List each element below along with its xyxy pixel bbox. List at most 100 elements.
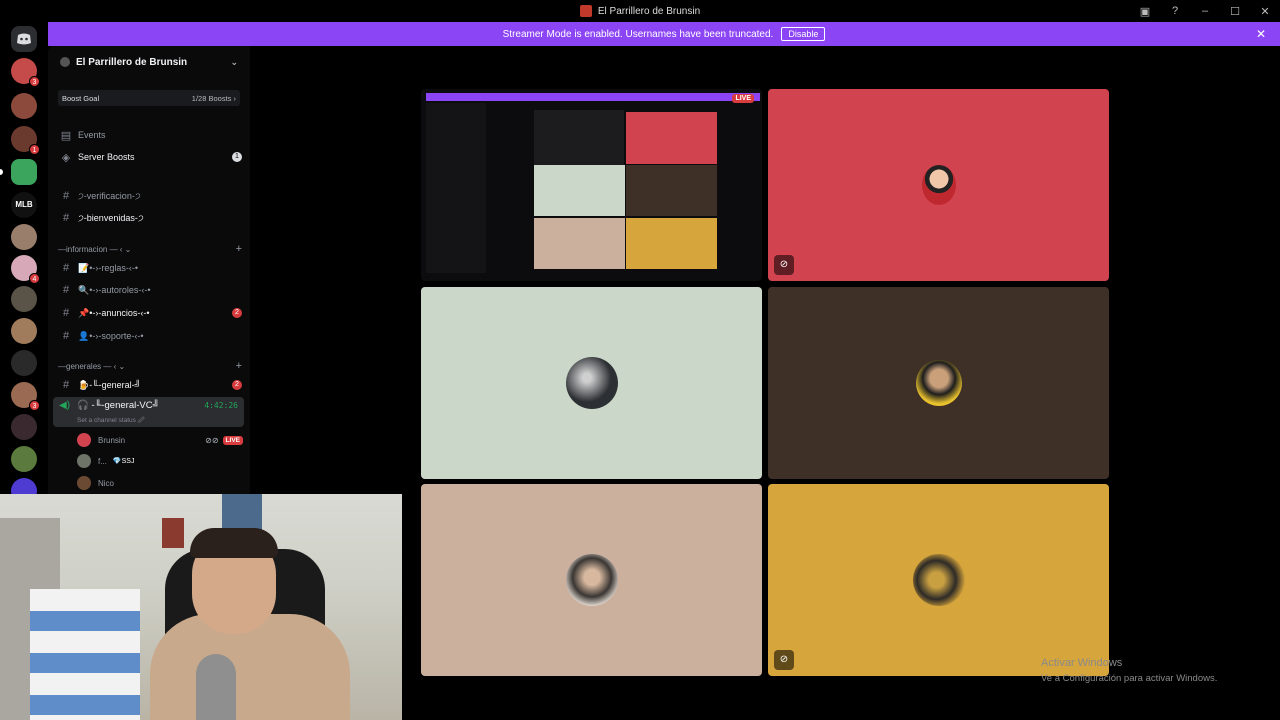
channel-item[interactable]: # ੭-bienvenidas-੭	[58, 209, 242, 227]
avatar	[77, 454, 91, 468]
boost-goal-label: Boost Goal	[62, 93, 100, 103]
server-icon[interactable]	[11, 318, 37, 344]
add-channel-icon[interactable]: +	[236, 243, 242, 255]
window-title: El Parrillero de Brunsin	[597, 5, 701, 17]
avatar	[915, 360, 962, 406]
server-name: El Parrillero de Brunsin	[76, 56, 188, 68]
flag	[30, 589, 140, 720]
channel-item[interactable]: # 📌•-›-anuncios-‹-• 2	[58, 304, 242, 322]
avatar	[565, 357, 618, 409]
nested-tile	[534, 165, 625, 216]
mention-badge: 2	[232, 308, 242, 318]
hash-icon: #	[62, 379, 70, 391]
channel-label: ੭-verificacion-੭	[78, 190, 141, 201]
screenshare-tile[interactable]: LIVE	[421, 89, 762, 281]
user-name: f...	[98, 456, 107, 466]
category-informacion[interactable]: —informacion — ‹ ⌄ +	[58, 242, 242, 256]
voice-speaker-icon: ◀)	[59, 400, 71, 411]
microphone	[196, 654, 236, 720]
events-label: Events	[78, 130, 106, 140]
minimize-button[interactable]: –	[1190, 5, 1220, 17]
poster	[162, 518, 184, 548]
server-icon[interactable]: 1	[11, 126, 40, 155]
channel-item[interactable]: # 🔍•-›-autoroles-‹-•	[58, 281, 242, 299]
voice-stage: LIVE ⊘ ⊘	[250, 46, 1280, 720]
channel-label: 📝•-›-reglas-‹-•	[78, 262, 139, 273]
events-item[interactable]: ▤ Events	[58, 126, 242, 144]
participant-tile[interactable]: ⊘	[768, 484, 1109, 676]
webcam-overlay	[0, 494, 402, 720]
avatar	[565, 554, 618, 606]
hash-icon: #	[62, 330, 70, 342]
channel-status[interactable]: Set a channel status 🖉	[77, 416, 145, 427]
activation-watermark-subtitle: Ve a Configuración para activar Windows.	[1041, 673, 1218, 684]
hash-icon: #	[62, 307, 70, 319]
server-icon-active[interactable]	[11, 159, 37, 185]
server-icon[interactable]	[11, 414, 37, 440]
close-banner-icon[interactable]: ✕	[1256, 27, 1266, 41]
server-icon[interactable]	[11, 350, 37, 376]
category-generales[interactable]: —generales — ‹ ⌄ +	[58, 359, 242, 373]
maximize-button[interactable]: ☐	[1220, 5, 1250, 18]
window-titlebar: El Parrillero de Brunsin ▣ ? – ☐ ✕	[0, 0, 1280, 22]
participant-tile[interactable]	[768, 287, 1109, 479]
mention-badge: 2	[232, 380, 242, 390]
avatar	[77, 433, 91, 447]
participant-tile[interactable]	[421, 287, 762, 479]
channel-item[interactable]: # ੭-verificacion-੭	[58, 187, 242, 205]
server-boosts-item[interactable]: ◈ Server Boosts 1	[58, 148, 242, 166]
channel-item[interactable]: # 📝•-›-reglas-‹-•	[58, 259, 242, 277]
category-label: —generales — ‹ ⌄	[58, 361, 126, 371]
server-icon[interactable]	[11, 446, 37, 472]
channel-label: 📌•-›-anuncios-‹-•	[78, 307, 150, 318]
add-channel-icon[interactable]: +	[236, 360, 242, 372]
help-icon[interactable]: ?	[1160, 5, 1190, 17]
category-label: —informacion — ‹ ⌄	[58, 244, 132, 254]
boost-shield-icon: ◈	[61, 151, 71, 164]
nested-screenshare	[534, 110, 624, 166]
banner-text: Streamer Mode is enabled. Usernames have…	[502, 28, 774, 40]
nested-sidebar	[426, 103, 486, 273]
disable-streamer-mode-button[interactable]: Disable	[781, 27, 826, 41]
inbox-icon[interactable]: ▣	[1130, 5, 1160, 18]
voice-user[interactable]: Brunsin ⊘⊘ LIVE	[77, 432, 243, 448]
window-controls: ▣ ? – ☐ ✕	[1130, 0, 1280, 22]
hash-icon: #	[62, 284, 70, 296]
server-icon[interactable]: 3	[11, 382, 40, 411]
video-off-icon: ⊘	[774, 255, 794, 275]
streamer-mode-banner: Streamer Mode is enabled. Usernames have…	[48, 22, 1280, 46]
close-window-button[interactable]: ✕	[1250, 5, 1280, 18]
mute-icon: ⊘	[774, 650, 794, 670]
user-name: Nico	[98, 478, 115, 488]
server-boosts-count: 1	[232, 152, 242, 162]
voice-user[interactable]: f... 💎SSJ	[77, 453, 243, 469]
voice-user[interactable]: Nico	[77, 475, 243, 491]
person-hair	[190, 528, 278, 558]
server-settings-icon	[60, 57, 70, 67]
server-icon[interactable]: 4	[11, 255, 40, 284]
channel-item[interactable]: # 🍺-╙-general-╝ 2	[58, 376, 242, 394]
server-icon[interactable]	[11, 224, 37, 250]
nested-tile	[626, 165, 717, 216]
channel-label: 👤•-›-soporte-‹-•	[78, 330, 144, 341]
participant-tile[interactable]: ⊘	[768, 89, 1109, 281]
server-icon[interactable]: MLB	[11, 192, 37, 218]
avatar	[912, 554, 965, 606]
hash-icon: #	[62, 262, 70, 274]
boost-goal-bar[interactable]: Boost Goal 1/28 Boosts ›	[58, 90, 240, 106]
server-header[interactable]: El Parrillero de Brunsin ⌄	[48, 46, 250, 78]
live-badge: LIVE	[222, 435, 243, 445]
app-icon	[579, 5, 592, 17]
participant-tile[interactable]	[421, 484, 762, 676]
avatar	[77, 476, 91, 490]
discord-home-icon[interactable]	[11, 26, 37, 52]
channel-item[interactable]: # 👤•-›-soporte-‹-•	[58, 327, 242, 345]
voice-channel-item[interactable]: ◀) 🎧 -╙-general-VC╝ 4:42:26 Set a channe…	[53, 397, 244, 427]
voice-channel-label: 🎧 -╙-general-VC╝	[77, 400, 160, 411]
server-icon[interactable]	[11, 286, 37, 312]
deafened-icon: ⊘⊘	[205, 435, 219, 445]
channel-label: ੭-bienvenidas-੭	[78, 212, 144, 223]
server-icon[interactable]	[11, 93, 37, 119]
server-icon[interactable]: 3	[11, 58, 40, 87]
user-tag: 💎SSJ	[112, 458, 135, 465]
